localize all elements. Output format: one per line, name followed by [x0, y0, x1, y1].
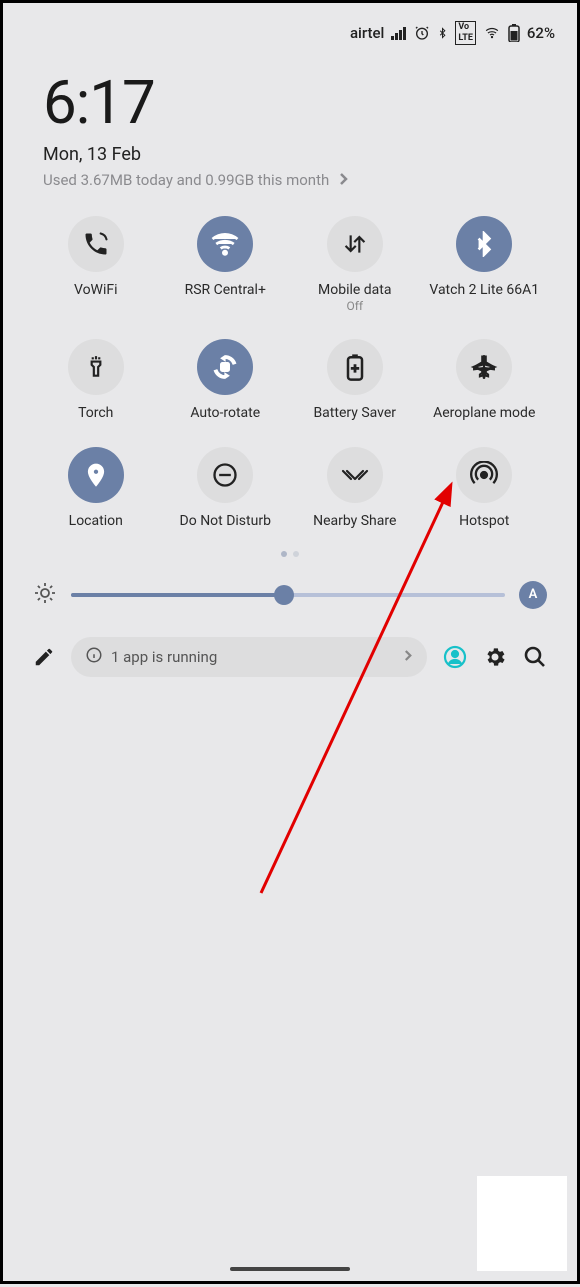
- settings-button[interactable]: [483, 645, 507, 669]
- search-button[interactable]: [523, 645, 547, 669]
- location-icon: [68, 447, 124, 503]
- user-profile-button[interactable]: [443, 645, 467, 669]
- wifi-icon: [197, 216, 253, 272]
- tile-bluetooth[interactable]: Vatch 2 Lite 66A1: [420, 216, 550, 313]
- rotate-icon: [197, 339, 253, 395]
- bluetooth-icon: [456, 216, 512, 272]
- battery-percent: 62%: [527, 24, 555, 42]
- brightness-slider[interactable]: [71, 593, 505, 597]
- tile-dnd[interactable]: Do Not Disturb: [161, 447, 291, 529]
- dnd-icon: [197, 447, 253, 503]
- tile-location[interactable]: Location: [31, 447, 161, 529]
- signal-icon: [391, 26, 407, 40]
- running-apps-button[interactable]: 1 app is running: [71, 637, 427, 677]
- qs-footer: 1 app is running: [3, 609, 577, 677]
- overlay-box: [477, 1176, 567, 1271]
- edit-tiles-button[interactable]: [33, 646, 55, 668]
- brightness-icon: [33, 581, 57, 609]
- page-dot-active: [281, 551, 287, 557]
- bluetooth-status-icon: [437, 25, 448, 41]
- call-icon: [68, 216, 124, 272]
- auto-brightness-toggle[interactable]: A: [519, 581, 547, 609]
- alarm-icon: [414, 25, 430, 41]
- tile-hotspot[interactable]: Hotspot: [420, 447, 550, 529]
- date-label: Mon, 13 Feb: [43, 144, 537, 165]
- status-bar: airtel Vo​LTE 62%: [3, 3, 577, 45]
- running-text: 1 app is running: [111, 648, 217, 666]
- qs-header: 6:17 Mon, 13 Feb Used 3.67MB today and 0…: [3, 45, 577, 190]
- nearby-share-icon: [327, 447, 383, 503]
- torch-icon: [68, 339, 124, 395]
- tile-mobile-data[interactable]: Mobile data Off: [290, 216, 420, 313]
- clock: 6:17: [43, 67, 537, 138]
- carrier-label: airtel: [350, 24, 384, 42]
- chevron-right-icon: [339, 171, 349, 190]
- brightness-row: A: [3, 557, 577, 609]
- wifi-status-icon: [483, 26, 501, 40]
- info-icon: [85, 646, 103, 668]
- battery-saver-icon: [327, 339, 383, 395]
- tile-auto-rotate[interactable]: Auto-rotate: [161, 339, 291, 421]
- tile-aeroplane-mode[interactable]: Aeroplane mode: [420, 339, 550, 421]
- data-usage-button[interactable]: Used 3.67MB today and 0.99GB this month: [43, 171, 537, 190]
- volte-icon: Vo​LTE: [455, 21, 476, 45]
- data-arrows-icon: [327, 216, 383, 272]
- tile-torch[interactable]: Torch: [31, 339, 161, 421]
- chevron-right-icon: [404, 648, 413, 666]
- plane-icon: [456, 339, 512, 395]
- tile-battery-saver[interactable]: Battery Saver: [290, 339, 420, 421]
- tile-nearby-share[interactable]: Nearby Share: [290, 447, 420, 529]
- battery-icon: [508, 24, 520, 42]
- hotspot-icon: [456, 447, 512, 503]
- home-indicator: [230, 1267, 350, 1271]
- page-dot: [293, 551, 299, 557]
- usage-text: Used 3.67MB today and 0.99GB this month: [43, 171, 329, 189]
- quick-settings-grid: VoWiFi RSR Central+ Mobile data Off Vatc…: [3, 190, 577, 529]
- slider-fill: [71, 593, 284, 597]
- slider-thumb[interactable]: [274, 585, 294, 605]
- tile-vowifi[interactable]: VoWiFi: [31, 216, 161, 313]
- tile-wifi[interactable]: RSR Central+: [161, 216, 291, 313]
